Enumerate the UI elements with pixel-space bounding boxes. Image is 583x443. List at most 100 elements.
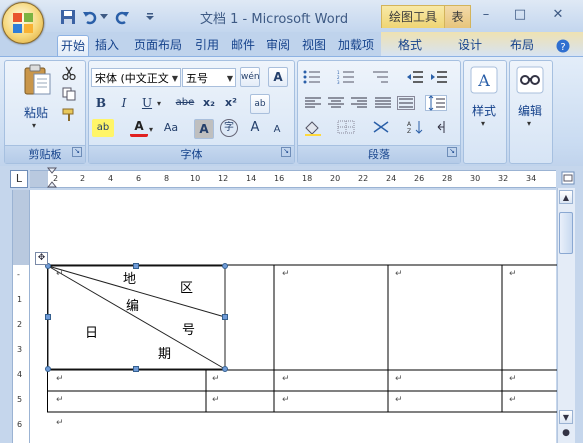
editing-dropdown-icon[interactable]: ▾ xyxy=(527,119,531,128)
cell-mark: ↵ xyxy=(509,269,517,279)
align-left-icon[interactable] xyxy=(304,96,322,110)
help-icon[interactable]: ? xyxy=(556,39,570,53)
char-shading-button[interactable]: A xyxy=(194,119,214,139)
ruler-tick: 3 xyxy=(17,345,23,354)
browse-object-icon[interactable]: ● xyxy=(559,426,573,440)
tab-references[interactable]: 引用 xyxy=(192,35,222,56)
tab-page-layout[interactable]: 页面布局 xyxy=(131,35,185,56)
change-text-effect-icon[interactable]: ab xyxy=(250,94,270,114)
copy-icon[interactable] xyxy=(62,87,76,101)
underline-button[interactable]: U xyxy=(138,94,156,112)
sort-icon[interactable]: AZ xyxy=(407,120,425,134)
tab-insert[interactable]: 插入 xyxy=(92,35,122,56)
align-center-icon[interactable] xyxy=(327,96,345,110)
tab-mailings[interactable]: 邮件 xyxy=(228,35,258,56)
change-case-button[interactable]: Aa xyxy=(160,119,182,137)
cell-mark: ↵ xyxy=(282,269,290,279)
tab-layout[interactable]: 布局 xyxy=(507,35,537,56)
tab-review[interactable]: 审阅 xyxy=(263,35,293,56)
paste-button-label[interactable]: 粘贴 xyxy=(18,104,54,121)
tab-format[interactable]: 格式 xyxy=(395,35,425,56)
paste-dropdown-icon[interactable]: ▾ xyxy=(32,121,36,130)
paste-icon[interactable] xyxy=(22,64,52,96)
superscript-button[interactable]: x² xyxy=(222,94,240,112)
minimize-button[interactable]: – xyxy=(474,6,498,24)
context-tab-table-tools: 表 xyxy=(444,5,471,28)
editing-label[interactable]: 编辑 xyxy=(509,102,551,119)
cut-icon[interactable] xyxy=(62,66,76,80)
show-marks-icon[interactable] xyxy=(433,120,451,134)
justify-icon[interactable] xyxy=(374,96,392,110)
borders-icon[interactable] xyxy=(337,120,355,134)
clipboard-launcher-icon[interactable]: ↘ xyxy=(72,147,82,157)
find-icon[interactable] xyxy=(516,66,544,94)
increase-indent-icon[interactable] xyxy=(430,70,448,84)
vertical-ruler[interactable]: - 1 2 3 4 5 6 xyxy=(12,190,30,443)
shape-handle[interactable] xyxy=(133,366,139,372)
styles-icon[interactable]: A xyxy=(470,66,498,94)
indent-marker-icon[interactable] xyxy=(47,167,57,189)
italic-button[interactable]: I xyxy=(115,94,133,112)
shading-icon[interactable] xyxy=(303,120,325,136)
paragraph-launcher-icon[interactable]: ↘ xyxy=(447,147,457,157)
tab-design[interactable]: 设计 xyxy=(455,35,485,56)
ruler-tick: 32 xyxy=(498,174,509,183)
shape-handle[interactable] xyxy=(45,314,51,320)
save-icon[interactable] xyxy=(60,9,76,25)
enclose-char-button[interactable]: 字 xyxy=(220,119,238,137)
shape-handle[interactable] xyxy=(45,366,51,372)
close-button[interactable]: ✕ xyxy=(546,6,570,24)
scroll-up-icon[interactable]: ▲ xyxy=(559,190,573,204)
numbering-icon[interactable]: 123 xyxy=(337,70,355,84)
cell-mark: ↵ xyxy=(56,269,64,279)
tab-add-ins[interactable]: 加载项 xyxy=(334,35,378,56)
multilevel-list-icon[interactable] xyxy=(371,70,389,84)
font-launcher-icon[interactable]: ↘ xyxy=(281,147,291,157)
cell-mark: ↵ xyxy=(395,269,403,279)
view-ruler-icon[interactable] xyxy=(561,171,575,185)
redo-icon[interactable] xyxy=(114,9,130,25)
line-spacing-icon[interactable] xyxy=(425,95,447,111)
subscript-button[interactable]: x₂ xyxy=(200,94,218,112)
shape-handle[interactable] xyxy=(222,263,228,269)
char-border-icon[interactable]: A xyxy=(268,67,288,87)
align-right-icon[interactable] xyxy=(350,96,368,110)
format-painter-icon[interactable] xyxy=(62,108,76,122)
font-name-dropdown-icon[interactable]: ▼ xyxy=(172,69,178,86)
shape-handle[interactable] xyxy=(222,366,228,372)
tab-home[interactable]: 开始 xyxy=(57,35,89,57)
font-size-dropdown-icon[interactable]: ▼ xyxy=(227,69,233,86)
strikethrough-button[interactable]: abe xyxy=(174,94,196,112)
grow-font-button[interactable]: A xyxy=(246,119,264,137)
highlight-icon[interactable]: ab xyxy=(92,119,114,137)
shrink-font-button[interactable]: A xyxy=(268,121,286,139)
table-move-handle-icon[interactable]: ✥ xyxy=(35,252,48,265)
bold-button[interactable]: B xyxy=(92,94,110,112)
maximize-button[interactable]: □ xyxy=(508,6,532,24)
horizontal-ruler[interactable]: 2 2 4 6 8 10 12 14 16 18 20 22 24 26 28 … xyxy=(30,170,556,188)
ruler-tick: 26 xyxy=(414,174,425,183)
font-size-combo[interactable]: 五号 ▼ xyxy=(182,68,236,87)
font-color-button[interactable]: A xyxy=(130,119,148,137)
office-button[interactable] xyxy=(2,2,44,44)
underline-dropdown-icon[interactable]: ▾ xyxy=(157,99,161,108)
styles-dropdown-icon[interactable]: ▾ xyxy=(481,119,485,128)
clear-format-icon[interactable]: wén xyxy=(240,67,260,87)
bullets-icon[interactable] xyxy=(303,70,321,84)
decrease-indent-icon[interactable] xyxy=(406,70,424,84)
scroll-thumb[interactable] xyxy=(559,212,573,254)
customize-qat-icon[interactable] xyxy=(146,13,154,21)
scroll-down-icon[interactable]: ▼ xyxy=(559,410,573,424)
undo-dropdown-icon[interactable] xyxy=(100,14,108,20)
distributed-icon[interactable] xyxy=(397,96,415,110)
tab-selector-icon[interactable]: L xyxy=(10,170,28,188)
shape-handle[interactable] xyxy=(222,314,228,320)
styles-label[interactable]: 样式 xyxy=(463,102,505,119)
chinese-layout-icon[interactable] xyxy=(372,120,390,134)
tab-view[interactable]: 视图 xyxy=(299,35,329,56)
undo-icon[interactable] xyxy=(82,9,98,25)
font-name-combo[interactable]: 宋体 (中文正文 ▼ xyxy=(91,68,181,87)
font-color-dropdown-icon[interactable]: ▾ xyxy=(149,125,153,134)
ruler-tick: 4 xyxy=(108,174,114,183)
document-table[interactable] xyxy=(30,250,557,425)
